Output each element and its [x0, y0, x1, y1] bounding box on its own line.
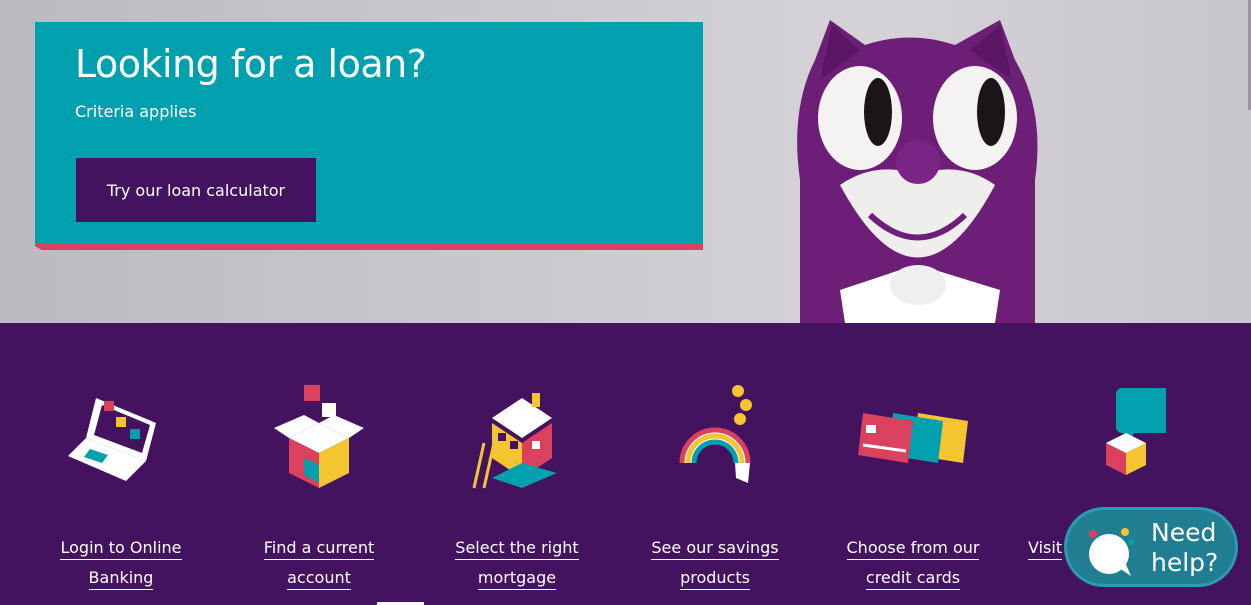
hero-subtitle: Criteria applies — [75, 102, 197, 121]
box-icon — [274, 385, 364, 488]
find-current-account-link[interactable]: Find a current account — [234, 533, 404, 593]
choose-credit-cards-link[interactable]: Choose from our credit cards — [828, 533, 998, 593]
chat-help-icon — [1089, 528, 1134, 576]
house-icon — [472, 393, 557, 489]
hero-banner: Looking for a loan? Criteria applies Try… — [0, 0, 1251, 323]
service-mortgage[interactable]: Select the right mortgage — [432, 383, 602, 605]
need-help-button[interactable]: Need help? — [1064, 507, 1238, 587]
credit-cards-icon — [858, 413, 968, 463]
service-current-account[interactable]: Find a current account — [234, 383, 404, 605]
hero-title: Looking for a loan? — [75, 42, 427, 86]
loan-promo-card: Looking for a loan? Criteria applies Try… — [35, 22, 703, 250]
see-savings-link[interactable]: See our savings products — [630, 533, 800, 593]
need-help-label: Need help? — [1151, 518, 1219, 577]
laptop-icon — [68, 398, 156, 481]
service-online-banking[interactable]: Login to Online Banking — [36, 383, 206, 605]
loan-calculator-button[interactable]: Try our loan calculator — [76, 158, 316, 222]
chat-bubble-icon — [1106, 388, 1166, 475]
login-online-banking-link[interactable]: Login to Online Banking — [36, 533, 206, 593]
service-savings[interactable]: See our savings products — [630, 383, 800, 605]
services-section: Login to Online Banking Find a current a… — [0, 323, 1251, 605]
rainbow-piggybank-icon — [679, 385, 752, 483]
service-credit-cards[interactable]: Choose from our credit cards — [828, 383, 998, 605]
select-mortgage-link[interactable]: Select the right mortgage — [432, 533, 602, 593]
cat-clock-image — [797, 20, 1038, 323]
